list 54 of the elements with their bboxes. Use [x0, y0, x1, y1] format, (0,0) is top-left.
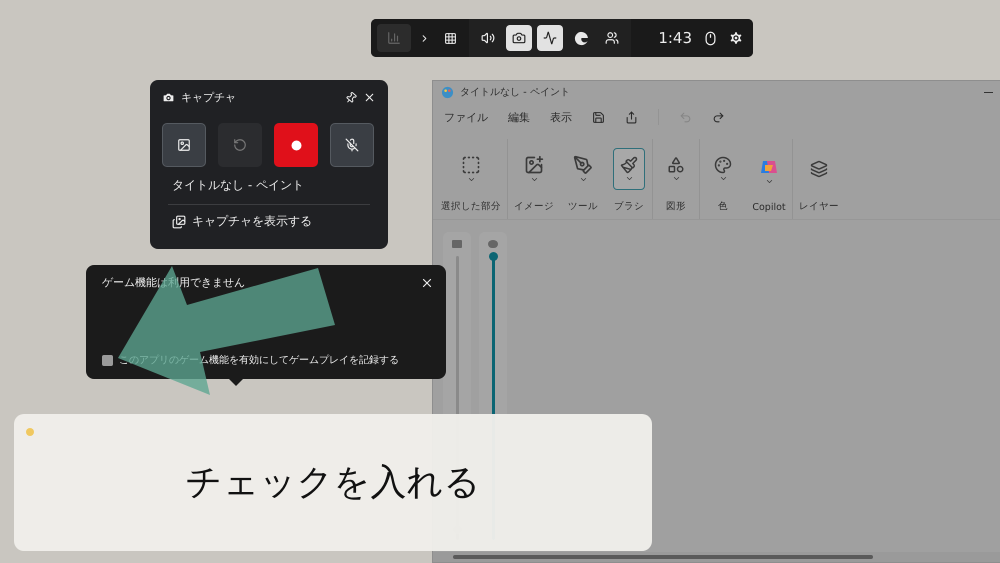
caption-text: チェックを入れる	[186, 461, 480, 505]
brush-tool-button[interactable]	[613, 148, 645, 190]
clock-time: 1:43	[657, 29, 693, 47]
tool-label: イメージ	[514, 200, 554, 213]
dot-icon	[290, 140, 302, 150]
camera-icon	[162, 91, 175, 104]
checkbox[interactable]	[102, 354, 113, 366]
volume-icon	[481, 31, 495, 45]
window-title: タイトルなし - ペイント	[460, 86, 571, 99]
mic-off-button[interactable]	[330, 123, 374, 167]
menu-item[interactable]: 編集	[508, 110, 530, 124]
paint-logo-icon	[441, 86, 454, 98]
tool-label: 選択した部分	[441, 200, 501, 213]
camera-icon	[512, 31, 526, 45]
horizontal-scrollbar[interactable]	[433, 552, 1000, 562]
slider-thumb[interactable]	[488, 252, 498, 261]
share-icon[interactable]	[625, 110, 638, 124]
tool-label: ツール	[568, 200, 598, 213]
monitor-icon-button[interactable]	[537, 25, 563, 51]
pulse-icon	[543, 31, 557, 45]
brush-icon	[620, 156, 638, 174]
mic-off-icon	[345, 138, 359, 152]
images-icon	[172, 214, 186, 228]
camera-icon-button[interactable]	[506, 25, 532, 51]
link-text[interactable]: キャプチャを表示する	[192, 213, 312, 230]
tool-label: Copilot	[752, 202, 786, 213]
palette-icon	[714, 156, 732, 174]
tool-label: 色	[718, 200, 728, 213]
app-name: タイトルなし - ペイント	[172, 177, 305, 194]
layers-icon	[810, 160, 828, 178]
people-icon	[605, 31, 619, 45]
dashed-square-icon	[461, 154, 481, 174]
swirl-logo-icon	[574, 30, 588, 46]
dot-icon	[26, 428, 34, 436]
menu-item[interactable]: 表示	[550, 110, 572, 124]
save-icon[interactable]	[592, 110, 605, 124]
pen-icon	[573, 154, 593, 174]
tool-label: ブラシ	[614, 200, 644, 213]
chart-widget-button[interactable]	[377, 24, 411, 52]
rewind-icon	[233, 138, 247, 152]
menu-item[interactable]: ファイル	[444, 110, 488, 124]
show-captures-link[interactable]: キャプチャを表示する	[172, 213, 376, 230]
panel-title: キャプチャ	[181, 90, 237, 105]
dot-button[interactable]	[274, 123, 318, 167]
shapes-icon	[667, 156, 685, 174]
bar-chart-icon	[387, 31, 401, 45]
grid-icon	[444, 32, 456, 44]
tool-label: 図形	[666, 200, 686, 213]
image-icon	[524, 154, 544, 174]
image-button[interactable]	[162, 123, 206, 167]
redo-icon[interactable]	[712, 110, 725, 124]
image-icon	[177, 138, 191, 152]
tool-label: レイヤー	[799, 200, 839, 213]
close-icon[interactable]	[363, 91, 376, 104]
